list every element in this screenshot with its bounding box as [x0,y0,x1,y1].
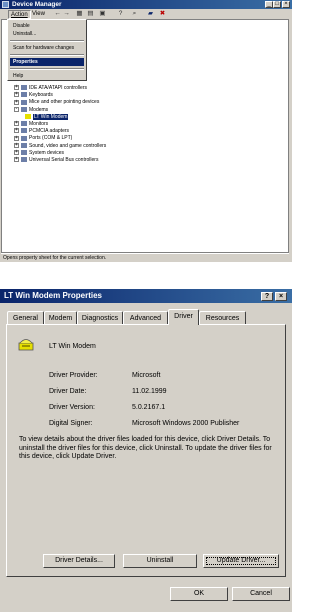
device-manager-titlebar[interactable]: Device Manager _ □ × [0,0,292,9]
tree-item-label: PCMCIA adapters [29,128,70,135]
disable-icon[interactable]: ▰ [146,10,155,18]
device-category-icon [21,85,27,91]
help-icon[interactable]: ? [116,10,125,18]
dialog-title: LT Win Modem Properties [4,291,103,300]
device-category-icon [21,99,27,105]
uninstall-button[interactable]: Uninstall [123,554,197,568]
back-icon[interactable]: ← [53,10,62,18]
device-category-icon [21,135,27,141]
tree-item-label: IDE ATA/ATAPI controllers [29,85,87,91]
driver-date-label: Driver Date: [49,388,87,395]
tree-item-label: Keyboards [29,92,53,99]
digital-signer-value: Microsoft Windows 2000 Publisher [132,420,240,427]
help-button[interactable]: ? [261,292,273,301]
cancel-button[interactable]: Cancel [232,587,290,601]
expand-icon[interactable]: + [14,128,19,134]
tab-driver[interactable]: Driver [168,309,199,325]
tree-item-label: Ports (COM & LPT) [29,135,73,142]
device-category-icon [21,106,27,112]
status-text: Opens property sheet for the current sel… [3,255,107,261]
status-bar: Opens property sheet for the current sel… [1,253,289,262]
tab-modem[interactable]: Modem [44,311,77,324]
menu-separator [10,68,84,70]
uninstall-icon[interactable]: ✖ [158,10,167,18]
expand-icon[interactable]: + [14,135,19,141]
driver-description: To view details about the driver files l… [19,436,272,460]
menu-separator [10,54,84,56]
expand-icon[interactable]: + [14,99,19,105]
tree-item-label: Mice and other pointing devices [29,99,100,106]
digital-signer-label: Digital Signer: [49,420,93,427]
tree-item-label: Modems [29,106,49,113]
driver-date-value: 11.02.1999 [132,388,167,395]
close-button[interactable]: × [275,292,287,301]
device-category-icon [21,121,27,127]
view-icon[interactable]: ▦ [75,10,84,18]
device-category-icon [21,157,27,163]
driver-provider-label: Driver Provider: [49,372,98,379]
expand-icon[interactable]: + [14,142,19,148]
menu-item-uninstall[interactable]: Uninstall... [10,30,84,38]
expand-icon[interactable]: + [14,157,19,163]
properties-dialog: LT Win Modem Properties ? × General Mode… [0,289,292,612]
driver-provider-value: Microsoft [132,372,161,379]
menu-item-scan[interactable]: Scan for hardware changes [10,44,84,52]
collapse-icon[interactable]: - [14,106,19,112]
driver-details-button[interactable]: Driver Details... [43,554,115,568]
device-category-icon [25,113,31,119]
tree-item-label: Monitors [29,121,49,127]
expand-icon[interactable]: + [14,149,19,155]
forward-icon[interactable]: → [62,10,71,18]
tab-resources[interactable]: Resources [199,311,246,324]
refresh-icon[interactable]: ▣ [98,10,107,18]
tree-item[interactable]: + Universal Serial Bus controllers [14,156,98,164]
scan-icon[interactable]: ⌕ [130,10,139,18]
driver-version-value: 5.0.2167.1 [132,404,166,411]
menu-separator [10,40,84,42]
properties-titlebar[interactable]: LT Win Modem Properties ? × [0,289,292,303]
menu-item-disable[interactable]: Disable [10,22,84,30]
tab-general[interactable]: General [7,311,44,324]
ok-button[interactable]: OK [170,587,228,601]
maximize-button[interactable]: □ [273,1,281,8]
device-manager-icon [2,1,9,8]
action-menu: Disable Uninstall... Scan for hardware c… [7,19,87,81]
device-category-icon [21,142,27,148]
driver-tab-panel: LT Win Modem Driver Provider: Microsoft … [6,324,286,577]
window-title: Device Manager [12,1,62,8]
close-button[interactable]: × [282,1,290,8]
expand-icon[interactable]: + [14,92,19,98]
device-manager-window: Device Manager _ □ × Action View ← → ▦ ▤… [0,0,292,262]
menu-item-help[interactable]: Help [10,72,84,80]
tree-item-label: System devices [29,149,65,156]
menu-action[interactable]: Action [8,10,31,19]
device-category-icon [21,149,27,155]
tree-item-label: Universal Serial Bus controllers [29,157,99,163]
expand-icon[interactable]: + [14,85,19,91]
tree-item-label: LT Win Modem [33,113,69,120]
minimize-button[interactable]: _ [265,1,273,8]
tab-diagnostics[interactable]: Diagnostics [77,311,123,324]
tree-item-label: Sound, video and game controllers [29,142,107,149]
update-driver-button[interactable]: Update Driver... [203,554,279,568]
tab-advanced[interactable]: Advanced [123,311,168,324]
menu-item-properties[interactable]: Properties [10,58,84,66]
device-name: LT Win Modem [49,343,96,350]
menu-bar: Action View ← → ▦ ▤ ▣ ? ⌕ ▰ ✖ [0,9,292,19]
device-category-icon [21,128,27,134]
expand-icon[interactable]: + [14,121,19,127]
driver-version-label: Driver Version: [49,404,95,411]
modem-icon [17,335,35,353]
device-category-icon [21,92,27,98]
menu-view[interactable]: View [30,10,47,18]
properties-icon[interactable]: ▤ [86,10,95,18]
